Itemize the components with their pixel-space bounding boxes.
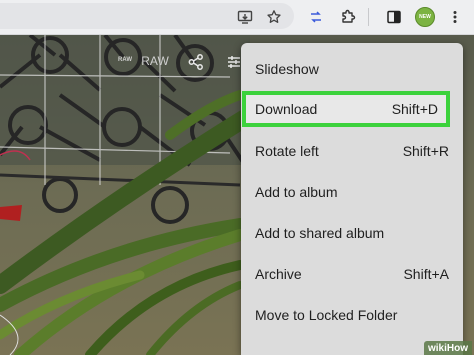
- more-options-icon[interactable]: [442, 4, 468, 30]
- extensions-puzzle-icon[interactable]: [335, 4, 361, 30]
- raw-badge-text: RAW: [118, 57, 132, 63]
- menu-item-add-to-shared-album[interactable]: Add to shared album: [241, 214, 463, 251]
- menu-item-shortcut: Shift+R: [402, 142, 449, 159]
- menu-item-label: Rotate left: [255, 142, 319, 159]
- menu-item-label: Add to shared album: [255, 224, 385, 241]
- menu-item-rotate-left[interactable]: Rotate left Shift+R: [241, 132, 463, 169]
- menu-item-shortcut: Shift+D: [391, 101, 438, 117]
- browser-toolbar: NEW: [0, 0, 474, 35]
- menu-item-download[interactable]: Download Shift+D: [242, 91, 450, 127]
- more-options-menu: Slideshow Download Shift+D Rotate left S…: [241, 43, 463, 355]
- side-panel-icon[interactable]: [381, 4, 407, 30]
- menu-item-archive[interactable]: Archive Shift+A: [241, 255, 463, 292]
- menu-item-label: Download: [255, 101, 318, 117]
- menu-item-add-to-album[interactable]: Add to album: [241, 173, 463, 210]
- menu-item-label: Slideshow: [255, 60, 319, 77]
- raw-label-text: RAW: [141, 54, 169, 68]
- watermark: wikiHow: [423, 341, 472, 355]
- menu-item-label: Archive: [255, 265, 302, 282]
- profile-avatar[interactable]: NEW: [412, 4, 438, 30]
- menu-item-move-to-locked-folder[interactable]: Move to Locked Folder: [241, 296, 463, 333]
- raw-label[interactable]: RAW: [140, 53, 170, 69]
- toolbar-divider: [368, 8, 369, 26]
- bookmark-star-icon[interactable]: [261, 4, 287, 30]
- avatar-text: NEW: [419, 14, 431, 20]
- menu-item-slideshow[interactable]: Slideshow: [241, 50, 463, 87]
- menu-item-shortcut: Shift+A: [403, 265, 449, 282]
- raw-badge: RAW: [116, 53, 134, 67]
- install-app-icon[interactable]: [232, 4, 258, 30]
- menu-item-label: Add to album: [255, 183, 338, 200]
- adjust-icon[interactable]: [226, 51, 242, 73]
- menu-item-label: Move to Locked Folder: [255, 306, 398, 323]
- tab-search-icon[interactable]: [303, 4, 329, 30]
- share-icon[interactable]: [185, 51, 207, 73]
